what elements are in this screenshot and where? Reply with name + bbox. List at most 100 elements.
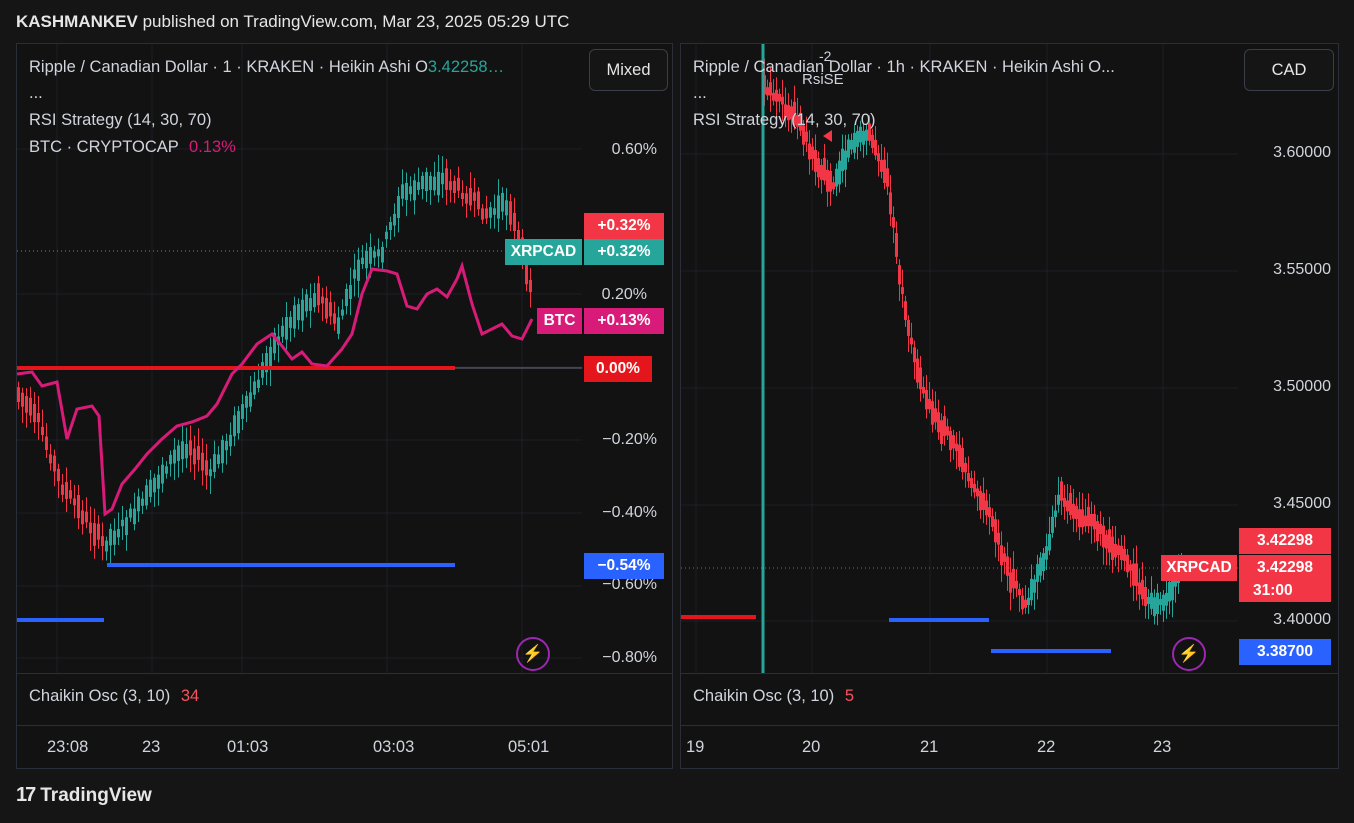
candle-body <box>1111 536 1114 560</box>
candle-body <box>417 182 420 190</box>
candle-body <box>109 528 112 546</box>
candle-body <box>892 217 895 228</box>
candle-body <box>333 313 336 324</box>
candle-body <box>766 87 769 96</box>
candle-body <box>365 250 368 269</box>
candle-body <box>1099 523 1102 535</box>
candle-body <box>189 440 192 456</box>
candle-body <box>1120 545 1123 561</box>
candle-body <box>850 140 853 150</box>
left-compare-label[interactable]: BTC · CRYPTOCAP 0.13% <box>29 138 236 157</box>
candle-body <box>1096 521 1099 542</box>
y-label: 3.45000 <box>1273 495 1331 512</box>
candle-body <box>129 508 132 518</box>
y-label: −0.20% <box>602 431 657 448</box>
right-indicator-label[interactable]: RSI Strategy (14, 30, 70) <box>693 111 876 130</box>
candle-body <box>301 299 304 321</box>
candle-body <box>413 180 416 201</box>
candle-body <box>153 477 156 493</box>
left-ellipsis[interactable]: ... <box>29 84 43 103</box>
btc-change-tag: +0.13% <box>584 308 664 334</box>
time-axis-separator <box>681 725 1338 726</box>
candle-body <box>934 408 937 423</box>
candle-body <box>281 325 284 337</box>
candle-body <box>133 508 136 525</box>
candle-body <box>1135 563 1138 587</box>
candle-body <box>325 297 328 319</box>
candle-body <box>1012 568 1015 589</box>
left-chart-panel[interactable]: Ripple / Canadian Dollar · 1 · KRAKEN · … <box>16 43 673 769</box>
candle-body <box>925 390 928 410</box>
candle-body <box>814 150 817 172</box>
candle-body <box>1093 513 1096 530</box>
left-open-value: 3.42258… <box>427 58 505 76</box>
candle-body <box>940 420 943 444</box>
candle-body <box>249 392 252 407</box>
candle-body <box>297 304 300 321</box>
candle-body <box>161 464 164 484</box>
candle-body <box>201 452 204 471</box>
oscillator-label[interactable]: Chaikin Osc (3, 10) 34 <box>29 687 199 706</box>
x-label: 23:08 <box>47 738 89 756</box>
candle-body <box>1129 564 1132 571</box>
candle-body <box>385 231 388 240</box>
x-label: 19 <box>686 738 705 756</box>
y-label: 0.60% <box>611 141 657 158</box>
candle-body <box>1102 525 1105 548</box>
oscillator-value: 5 <box>844 687 854 705</box>
left-indicator-label[interactable]: RSI Strategy (14, 30, 70) <box>29 111 212 130</box>
candle-body <box>105 540 108 552</box>
price-tag: 3.42298 <box>1239 528 1331 554</box>
candle-body <box>49 454 52 464</box>
candle-body <box>907 320 910 336</box>
btc-compare-line <box>17 261 534 517</box>
candle-body <box>369 247 372 264</box>
currency-button[interactable]: CAD <box>1244 49 1334 91</box>
candle-body <box>197 445 200 460</box>
author-name[interactable]: KASHMANKEV <box>16 12 138 31</box>
candle-body <box>835 168 838 187</box>
candle-body <box>229 434 232 447</box>
candle-body <box>397 195 400 218</box>
left-symbol-title[interactable]: Ripple / Canadian Dollar · 1 · KRAKEN · … <box>29 58 504 77</box>
candle-body <box>1084 515 1087 527</box>
candle-body <box>121 519 124 527</box>
candle-body <box>1105 534 1108 549</box>
candle-body <box>1021 595 1024 610</box>
symbol-tag: XRPCAD <box>505 239 582 265</box>
candle-body <box>257 379 260 388</box>
candle-body <box>349 285 352 299</box>
pane-separator[interactable] <box>17 673 672 674</box>
right-ellipsis[interactable]: ... <box>693 84 707 103</box>
candle-body <box>910 337 913 345</box>
y-label: −0.80% <box>602 649 657 666</box>
oscillator-label[interactable]: Chaikin Osc (3, 10) 5 <box>693 687 854 706</box>
right-symbol-title[interactable]: Ripple / Canadian Dollar · 1h · KRAKEN ·… <box>693 58 1115 77</box>
lightning-icon[interactable]: ⚡ <box>1172 637 1206 671</box>
pane-separator[interactable] <box>681 673 1338 674</box>
candle-body <box>17 387 20 403</box>
candle-body <box>1147 597 1150 604</box>
candle-body <box>485 208 488 219</box>
tradingview-footer[interactable]: 17 TradingView <box>16 784 152 807</box>
candle-body <box>979 490 982 511</box>
candle-body <box>916 358 919 383</box>
candle-body <box>181 441 184 460</box>
candle-body <box>53 455 56 472</box>
scale-mode-button[interactable]: Mixed <box>589 49 668 91</box>
candle-body <box>81 510 84 525</box>
candle-body <box>1165 592 1168 606</box>
y-label: 3.55000 <box>1273 261 1331 278</box>
candle-body <box>33 404 36 423</box>
right-chart-panel[interactable]: Ripple / Canadian Dollar · 1h · KRAKEN ·… <box>680 43 1339 769</box>
candle-body <box>874 139 877 156</box>
lightning-icon[interactable]: ⚡ <box>516 637 550 671</box>
low-tag: −0.54% <box>584 553 664 579</box>
candle-body <box>877 153 880 162</box>
candle-body <box>389 222 392 231</box>
candle-body <box>149 479 152 497</box>
zero-tag: 0.00% <box>584 356 652 382</box>
candle-body <box>1069 493 1072 516</box>
candle-body <box>1036 564 1039 582</box>
low-price-tag: 3.38700 <box>1239 639 1331 665</box>
